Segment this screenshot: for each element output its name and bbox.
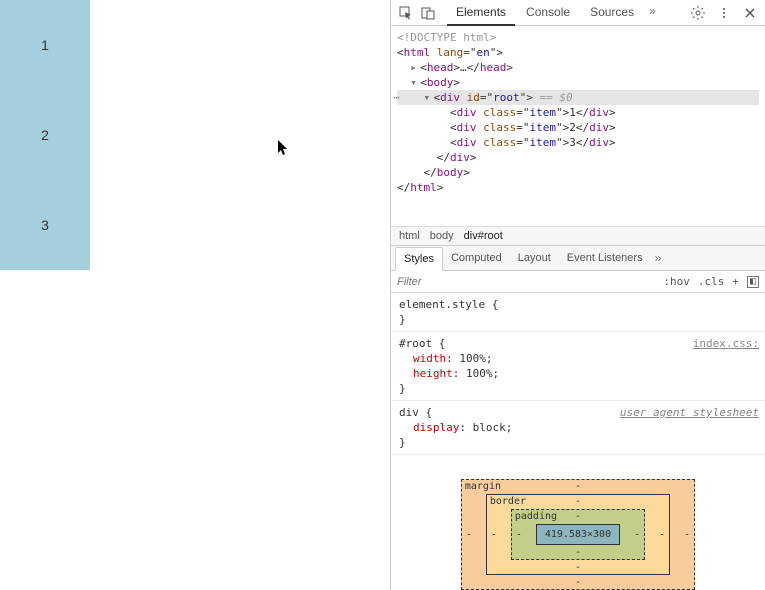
rule-source-link[interactable]: index.css:: [693, 336, 759, 351]
list-item: 1: [0, 0, 90, 90]
tabs-overflow-icon[interactable]: »: [645, 0, 660, 26]
doctype-node: <!DOCTYPE html>: [397, 31, 496, 44]
cursor-icon: [278, 140, 290, 161]
box-margin[interactable]: margin ---- border ---- padding ---- 419…: [461, 479, 695, 590]
list-item: 2: [0, 90, 90, 180]
close-icon[interactable]: [739, 2, 761, 24]
ua-label: user agent stylesheet: [620, 405, 759, 420]
tab-sources[interactable]: Sources: [581, 0, 643, 26]
hov-toggle[interactable]: :hov: [663, 275, 690, 288]
inspect-icon[interactable]: [395, 2, 417, 24]
list-item: 3: [0, 180, 90, 270]
box-content[interactable]: 419.583×300: [536, 524, 620, 545]
styles-filter-input[interactable]: [397, 276, 663, 288]
breadcrumb-root[interactable]: div#root: [464, 230, 503, 242]
devtools-panel: Elements Console Sources » <!DOCTYPE htm…: [390, 0, 765, 590]
kebab-icon[interactable]: [713, 2, 735, 24]
tab-layout[interactable]: Layout: [510, 247, 559, 269]
breadcrumb-body[interactable]: body: [430, 230, 454, 242]
styles-rules: element.style { } index.css: #root { wid…: [391, 293, 765, 455]
styles-overflow-icon[interactable]: »: [651, 247, 666, 269]
devtools-toolbar: Elements Console Sources »: [391, 0, 765, 26]
tab-event-listeners[interactable]: Event Listeners: [559, 247, 651, 269]
gear-icon[interactable]: [687, 2, 709, 24]
rule-element-style[interactable]: element.style { }: [391, 293, 765, 332]
device-toggle-icon[interactable]: [417, 2, 439, 24]
page-viewport: 1 2 3: [0, 0, 390, 590]
breadcrumb-html[interactable]: html: [399, 230, 420, 242]
box-border[interactable]: border ---- padding ---- 419.583×300: [486, 494, 670, 575]
tab-console[interactable]: Console: [517, 0, 579, 26]
breadcrumb[interactable]: html body div#root: [391, 226, 765, 246]
box-model: margin ---- border ---- padding ---- 419…: [391, 455, 765, 590]
rule-div-ua[interactable]: user agent stylesheet div { display: blo…: [391, 401, 765, 455]
tab-computed[interactable]: Computed: [443, 247, 510, 269]
cls-toggle[interactable]: .cls: [698, 275, 725, 288]
toggle-classes-icon[interactable]: ◧: [747, 276, 759, 288]
tab-elements[interactable]: Elements: [447, 0, 515, 26]
styles-filter-row: :hov .cls + ◧: [391, 271, 765, 293]
new-rule-button[interactable]: +: [732, 275, 739, 288]
tab-styles[interactable]: Styles: [395, 247, 443, 271]
rule-root[interactable]: index.css: #root { width: 100%; height: …: [391, 332, 765, 401]
selected-dom-node[interactable]: ⋯ ▾<div id="root"> == $0: [397, 90, 759, 105]
box-padding[interactable]: padding ---- 419.583×300: [511, 509, 645, 560]
styles-tabbar: Styles Computed Layout Event Listeners »: [391, 246, 765, 271]
elements-tree[interactable]: <!DOCTYPE html> <html lang="en"> ▸<head>…: [391, 26, 765, 226]
